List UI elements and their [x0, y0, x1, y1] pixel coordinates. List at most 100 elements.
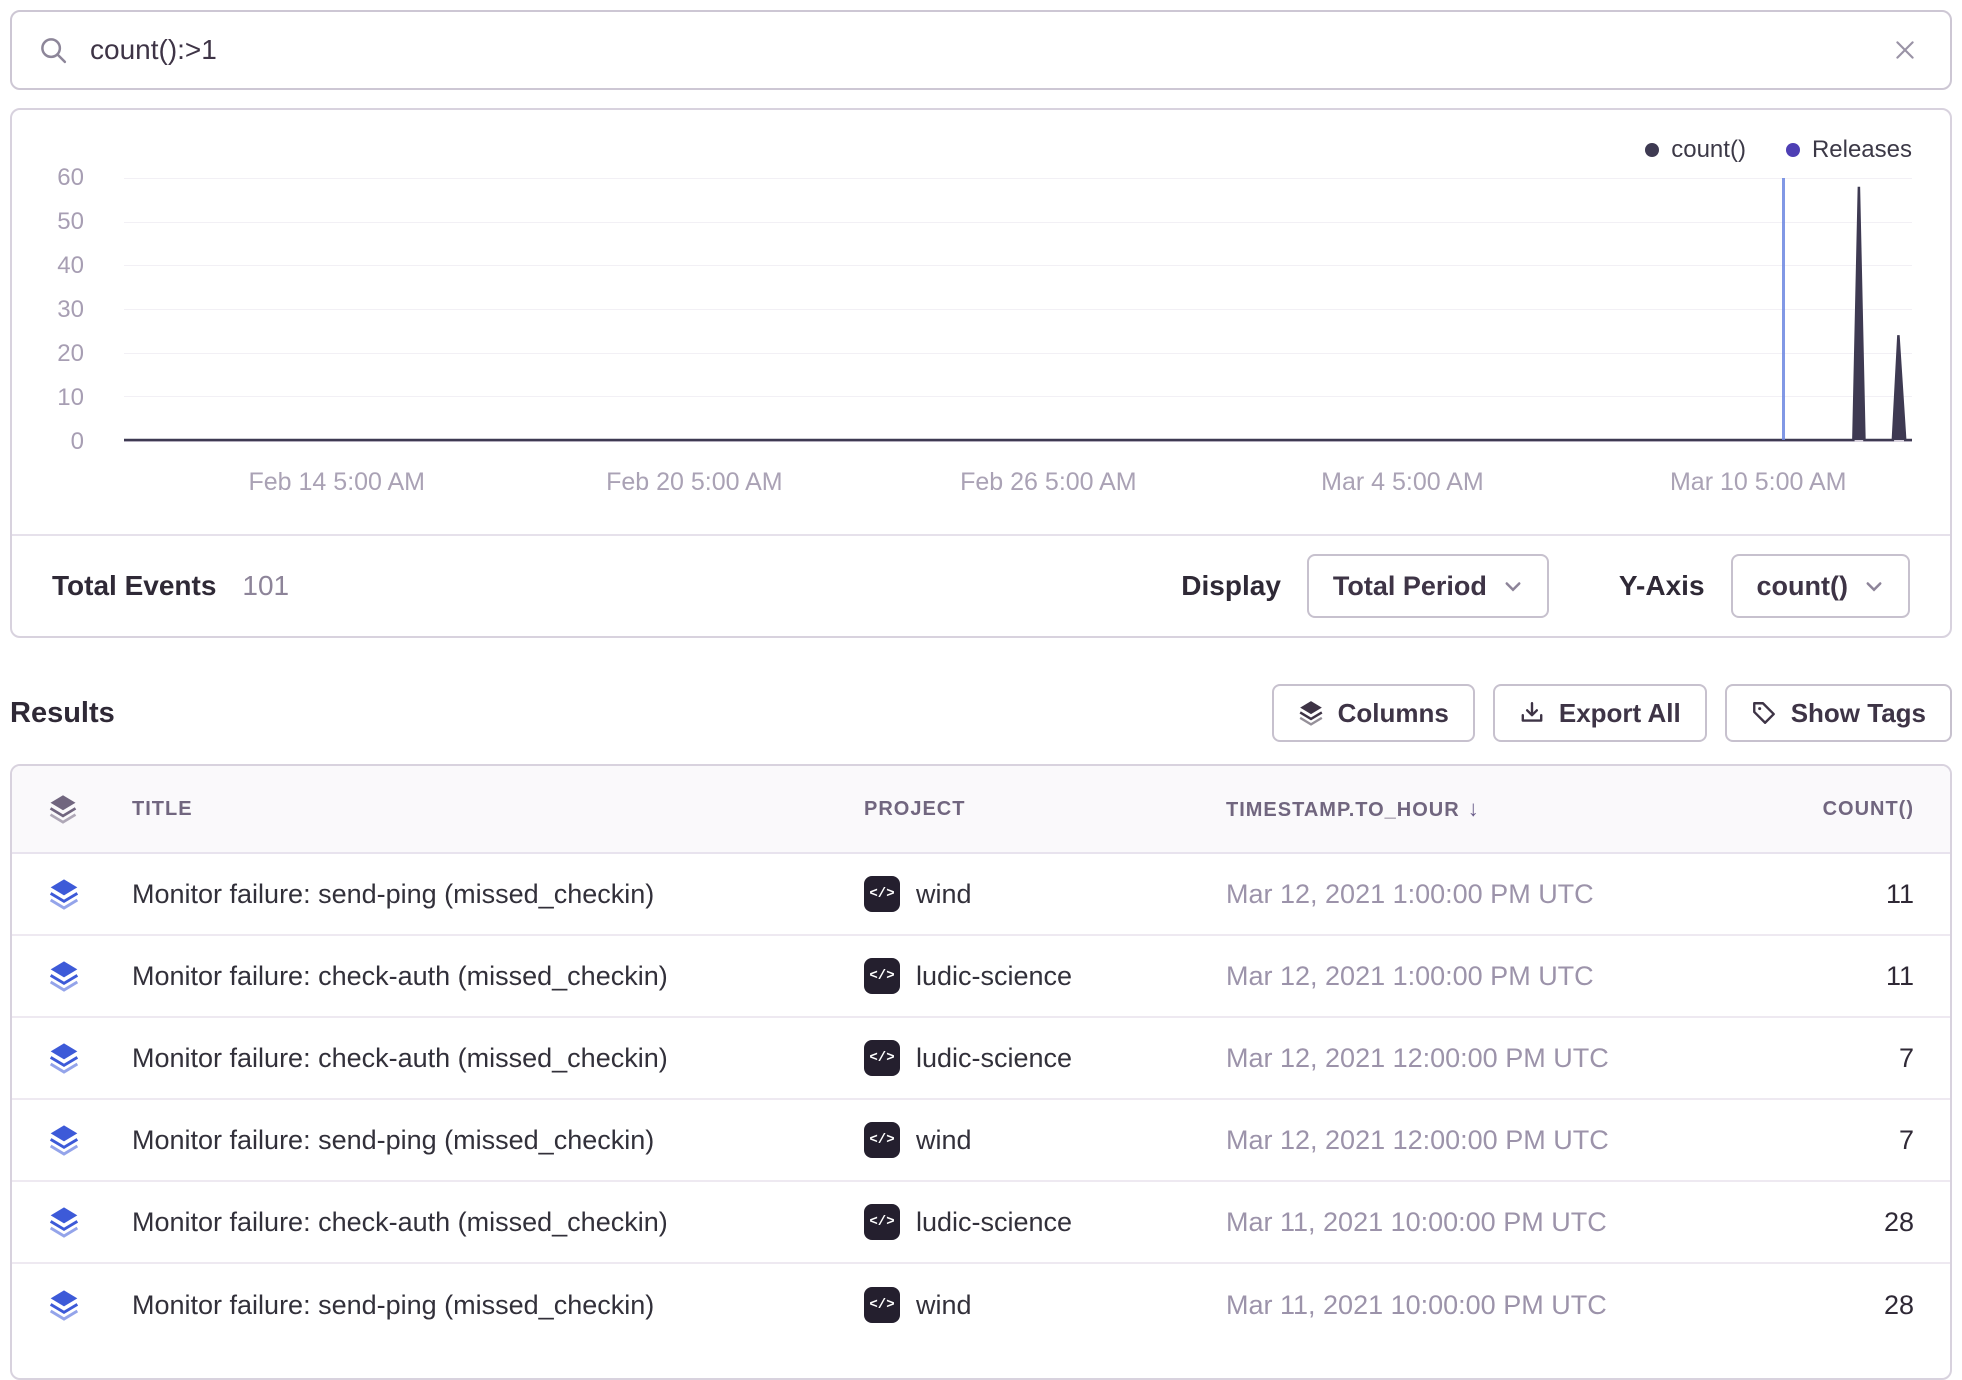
row-title[interactable]: Monitor failure: send-ping (missed_check… [132, 1125, 864, 1156]
row-title[interactable]: Monitor failure: check-auth (missed_chec… [132, 1043, 864, 1074]
row-timestamp: Mar 11, 2021 10:00:00 PM UTC [1226, 1207, 1690, 1238]
search-input[interactable] [88, 33, 1866, 67]
stack-column-header-icon[interactable] [48, 794, 132, 824]
legend-label-count: count() [1671, 136, 1746, 164]
count-series [124, 178, 1912, 440]
legend-item-count[interactable]: count() [1645, 136, 1746, 164]
chart-panel: count() Releases 0102030405060 Feb 14 5:… [10, 108, 1952, 638]
column-header-project[interactable]: PROJECT [864, 798, 1226, 821]
row-project: </> ludic-science [864, 958, 1226, 994]
table-row[interactable]: Monitor failure: send-ping (missed_check… [12, 1100, 1950, 1182]
y-axis-label: 0 [24, 427, 84, 457]
table-row[interactable]: Monitor failure: check-auth (missed_chec… [12, 1182, 1950, 1264]
chart-plot [124, 178, 1912, 442]
results-table: TITLE PROJECT TIMESTAMP.TO_HOUR ↓ COUNT()… [10, 764, 1952, 1380]
chevron-down-icon [1864, 576, 1884, 596]
table-row[interactable]: Monitor failure: check-auth (missed_chec… [12, 1018, 1950, 1100]
code-glyph: </> [869, 1297, 894, 1313]
show-tags-button[interactable]: Show Tags [1725, 684, 1952, 742]
stack-icon[interactable] [48, 1042, 132, 1074]
table-row[interactable]: Monitor failure: send-ping (missed_check… [12, 1264, 1950, 1346]
display-dropdown[interactable]: Total Period [1307, 554, 1549, 618]
x-axis-label: Mar 10 5:00 AM [1670, 468, 1846, 497]
row-count: 28 [1690, 1207, 1914, 1238]
chart-legend: count() Releases [1645, 136, 1912, 164]
row-count: 7 [1690, 1125, 1914, 1156]
columns-button[interactable]: Columns [1272, 684, 1475, 742]
y-axis-label: 60 [24, 163, 84, 193]
code-glyph: </> [869, 1214, 894, 1230]
legend-item-releases[interactable]: Releases [1786, 136, 1912, 164]
download-icon [1519, 700, 1545, 726]
display-label: Display [1181, 570, 1281, 602]
row-count: 11 [1690, 961, 1914, 992]
row-timestamp: Mar 12, 2021 12:00:00 PM UTC [1226, 1043, 1690, 1074]
y-axis-label: 50 [24, 207, 84, 237]
row-count: 7 [1690, 1043, 1914, 1074]
table-row[interactable]: Monitor failure: check-auth (missed_chec… [12, 936, 1950, 1018]
project-name[interactable]: wind [916, 1290, 972, 1321]
row-title[interactable]: Monitor failure: send-ping (missed_check… [132, 879, 864, 910]
chevron-down-icon [1503, 576, 1523, 596]
project-name[interactable]: ludic-science [916, 961, 1072, 992]
yaxis-label: Y-Axis [1619, 570, 1705, 602]
stack-icon[interactable] [48, 1289, 132, 1321]
project-platform-icon: </> [864, 1040, 900, 1076]
column-header-timestamp-label: TIMESTAMP.TO_HOUR [1226, 799, 1460, 821]
export-all-button-label: Export All [1559, 698, 1681, 729]
chart-x-axis: Feb 14 5:00 AMFeb 20 5:00 AMFeb 26 5:00 … [124, 468, 1912, 500]
show-tags-button-label: Show Tags [1791, 698, 1926, 729]
row-title[interactable]: Monitor failure: check-auth (missed_chec… [132, 961, 864, 992]
x-axis-label: Feb 26 5:00 AM [960, 468, 1137, 497]
x-axis-label: Feb 20 5:00 AM [606, 468, 783, 497]
tag-icon [1751, 700, 1777, 726]
total-events-value: 101 [242, 570, 289, 602]
table-body: Monitor failure: send-ping (missed_check… [12, 854, 1950, 1346]
project-name[interactable]: wind [916, 1125, 972, 1156]
row-project: </> ludic-science [864, 1040, 1226, 1076]
legend-label-releases: Releases [1812, 136, 1912, 164]
stack-icon[interactable] [48, 1206, 132, 1238]
display-dropdown-value: Total Period [1333, 571, 1487, 602]
row-title[interactable]: Monitor failure: check-auth (missed_chec… [132, 1207, 864, 1238]
sort-desc-icon: ↓ [1468, 796, 1480, 821]
stack-icon[interactable] [48, 960, 132, 992]
code-glyph: </> [869, 1050, 894, 1066]
legend-dot-releases [1786, 143, 1800, 157]
layers-icon [1298, 700, 1324, 726]
stack-icon[interactable] [48, 878, 132, 910]
row-title[interactable]: Monitor failure: send-ping (missed_check… [132, 1290, 864, 1321]
row-timestamp: Mar 11, 2021 10:00:00 PM UTC [1226, 1290, 1690, 1321]
y-axis-label: 30 [24, 295, 84, 325]
columns-button-label: Columns [1338, 698, 1449, 729]
column-header-timestamp[interactable]: TIMESTAMP.TO_HOUR ↓ [1226, 796, 1690, 822]
project-platform-icon: </> [864, 1287, 900, 1323]
project-name[interactable]: ludic-science [916, 1043, 1072, 1074]
clear-search-button[interactable] [1886, 31, 1924, 69]
export-all-button[interactable]: Export All [1493, 684, 1707, 742]
stack-icon[interactable] [48, 1124, 132, 1156]
row-project: </> wind [864, 1287, 1226, 1323]
project-name[interactable]: wind [916, 879, 972, 910]
column-header-count[interactable]: COUNT() [1690, 798, 1914, 821]
search-bar [10, 10, 1952, 90]
row-timestamp: Mar 12, 2021 1:00:00 PM UTC [1226, 879, 1690, 910]
row-project: </> ludic-science [864, 1204, 1226, 1240]
row-count: 11 [1690, 879, 1914, 910]
yaxis-dropdown[interactable]: count() [1731, 554, 1910, 618]
project-platform-icon: </> [864, 1204, 900, 1240]
table-header-row: TITLE PROJECT TIMESTAMP.TO_HOUR ↓ COUNT() [12, 766, 1950, 854]
table-row[interactable]: Monitor failure: send-ping (missed_check… [12, 854, 1950, 936]
project-platform-icon: </> [864, 958, 900, 994]
y-axis-label: 40 [24, 251, 84, 281]
code-glyph: </> [869, 968, 894, 984]
results-header-row: Results Columns Export All [10, 684, 1952, 742]
yaxis-dropdown-value: count() [1757, 571, 1848, 602]
x-axis-label: Mar 4 5:00 AM [1321, 468, 1484, 497]
row-timestamp: Mar 12, 2021 12:00:00 PM UTC [1226, 1125, 1690, 1156]
column-header-title[interactable]: TITLE [132, 798, 864, 821]
project-platform-icon: </> [864, 1122, 900, 1158]
y-axis-label: 10 [24, 383, 84, 413]
project-name[interactable]: ludic-science [916, 1207, 1072, 1238]
release-line-marker[interactable] [1782, 178, 1785, 440]
